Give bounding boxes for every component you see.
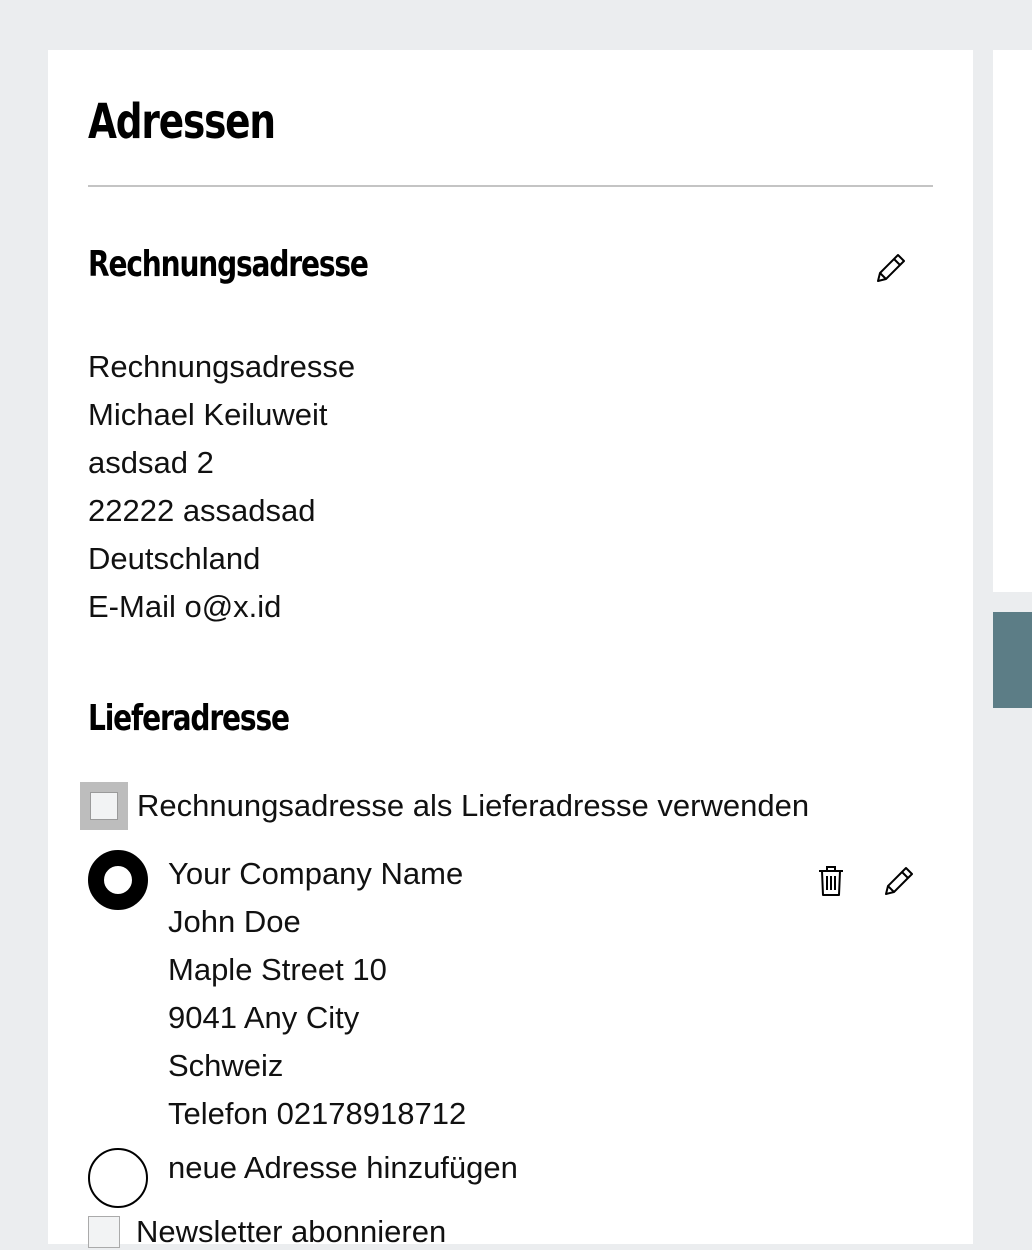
new-address-label: neue Adresse hinzufügen: [168, 1150, 518, 1185]
delivery-address-line: Your Company Name: [168, 856, 464, 891]
billing-address-line: Rechnungsadresse: [88, 349, 356, 384]
billing-address-heading: Rechnungsadresse: [88, 244, 369, 285]
checkbox-box: [90, 792, 118, 820]
billing-address-line: E-Mail o@x.id: [88, 589, 282, 624]
billing-address-block: Rechnungsadresse Michael Keiluweit asdsa…: [88, 343, 355, 631]
addresses-card: Adressen Rechnungsadresse Rechnungsadres…: [48, 50, 973, 1249]
page-title: Adressen: [88, 94, 276, 150]
trash-icon: [816, 864, 846, 903]
same-as-billing-checkbox-row[interactable]: Rechnungsadresse als Lieferadresse verwe…: [80, 782, 809, 830]
new-address-radio[interactable]: [88, 1148, 148, 1208]
delivery-address-block: Your Company Name John Doe Maple Street …: [168, 850, 466, 1138]
billing-address-line: 22222 assadsad: [88, 493, 316, 528]
delivery-address-radio[interactable]: [88, 850, 148, 910]
delivery-address-heading: Lieferadresse: [88, 698, 290, 739]
delivery-address-line: 9041 Any City: [168, 1000, 360, 1035]
delivery-address-line: Telefon 02178918712: [168, 1096, 467, 1131]
delete-delivery-address-button[interactable]: [811, 863, 851, 903]
side-panel: [993, 50, 1032, 592]
billing-address-line: Deutschland: [88, 541, 261, 576]
same-as-billing-checkbox[interactable]: [80, 782, 128, 830]
delivery-address-line: Schweiz: [168, 1048, 284, 1083]
edit-billing-address-button[interactable]: [871, 250, 911, 290]
newsletter-checkbox-row[interactable]: Newsletter abonnieren: [88, 1214, 446, 1250]
pencil-icon: [882, 864, 916, 903]
newsletter-label: Newsletter abonnieren: [136, 1214, 447, 1249]
side-panel-accent-tab[interactable]: [993, 612, 1032, 708]
delivery-address-line: Maple Street 10: [168, 952, 387, 987]
newsletter-checkbox[interactable]: [88, 1216, 120, 1248]
same-as-billing-label: Rechnungsadresse als Lieferadresse verwe…: [137, 788, 810, 823]
delivery-address-line: John Doe: [168, 904, 301, 939]
billing-address-line: Michael Keiluweit: [88, 397, 328, 432]
title-divider: [88, 185, 933, 187]
pencil-icon: [874, 251, 908, 290]
billing-address-line: asdsad 2: [88, 445, 214, 480]
edit-delivery-address-button[interactable]: [879, 863, 919, 903]
